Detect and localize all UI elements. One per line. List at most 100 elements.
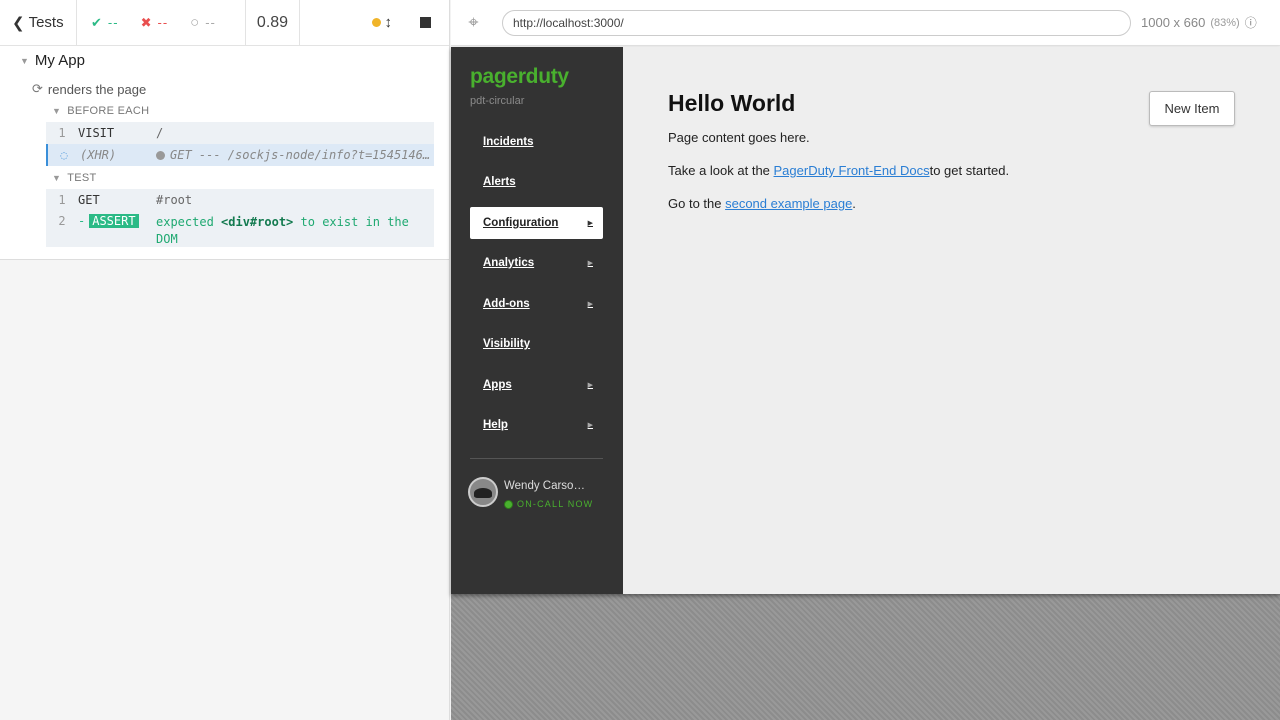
command-row-xhr[interactable]: ◌ (XHR) GET --- /sockjs-node/info?t=1545… (46, 144, 434, 166)
paragraph-text: . (852, 196, 856, 211)
caret-right-icon: ▶ (587, 422, 593, 429)
side-nav: pagerduty pdt-circular Incidents Alerts … (451, 47, 623, 594)
nav-item-alerts[interactable]: Alerts (470, 166, 603, 198)
brand-subtitle: pdt-circular (470, 95, 525, 107)
command-row[interactable]: 1 GET #root (46, 189, 434, 211)
command-number: 2 (58, 214, 66, 228)
test-title[interactable]: ⟳ renders the page (32, 81, 146, 97)
command-message: / (156, 126, 164, 140)
assert-text: DOM (156, 232, 178, 246)
nav-item-help[interactable]: Help ▶ (470, 409, 603, 441)
command-row-assert[interactable]: 2 - ASSERT expected <div#root> to exist i… (46, 211, 434, 247)
before-each-commands: 1 VISIT / ◌ (XHR) GET --- /sockjs-node/i… (46, 122, 434, 166)
command-number: 1 (58, 126, 66, 140)
paragraph-docs: Take a look at the PagerDuty Front-End D… (668, 163, 1009, 178)
stop-icon[interactable] (420, 17, 431, 28)
command-number: 1 (58, 193, 66, 207)
nav-item-label: Add-ons (483, 298, 530, 310)
refresh-icon: ⟳ (32, 81, 43, 96)
url-bar[interactable]: http://localhost:3000/ (502, 9, 1131, 36)
chevron-left-icon: ❮ (12, 14, 25, 32)
docs-link[interactable]: PagerDuty Front-End Docs (774, 163, 930, 178)
hook-before-each[interactable]: ▼ BEFORE EACH (52, 105, 149, 117)
hook-label: BEFORE EACH (67, 105, 150, 117)
failed-count: -- (157, 15, 169, 30)
caret-down-icon: ▼ (52, 106, 62, 116)
nav-item-configuration[interactable]: Configuration ▶ (470, 207, 603, 239)
tests-back-button[interactable]: ❮ Tests (0, 0, 77, 45)
nav-item-incidents[interactable]: Incidents (470, 126, 603, 158)
passed-stat[interactable]: ✔ -- (91, 15, 119, 31)
caret-right-icon: ▶ (587, 301, 593, 308)
user-name[interactable]: Wendy Carso… (504, 480, 585, 492)
status-dot-icon (504, 499, 513, 509)
viewport-size: 1000 x 660 (1141, 15, 1206, 30)
nav-item-label: Help (483, 419, 508, 431)
caret-down-icon: ▼ (20, 55, 29, 66)
spinner-icon: ◌ (60, 148, 68, 162)
nav-item-label: Incidents (483, 136, 534, 148)
test-stats: ✔ -- ✖ -- ○ -- (77, 0, 246, 45)
reporter-header: ❮ Tests ✔ -- ✖ -- ○ -- 0.89 ↕ (0, 0, 449, 46)
nav-item-label: Visibility (483, 338, 531, 350)
pending-dot-icon (156, 150, 165, 160)
circle-notch-icon: ○ (190, 14, 200, 31)
command-row[interactable]: 1 VISIT / (46, 122, 434, 144)
command-name: VISIT (78, 126, 115, 140)
viewport-info: 1000 x 660 (83%) ⓘ (1141, 14, 1257, 31)
suite-title[interactable]: ▼ My App (20, 52, 85, 69)
paragraph-text: to get started. (929, 163, 1010, 178)
command-message: GET --- /sockjs-node/info?t=1545146… (170, 148, 431, 162)
pending-stat[interactable]: ○ -- (190, 14, 216, 31)
check-icon: ✔ (91, 14, 102, 30)
nav-item-label: Apps (483, 379, 512, 391)
command-name: - ASSERT (78, 214, 156, 228)
assert-text: expected (156, 215, 214, 229)
assert-message: expected <div#root> to exist in the DOM (156, 214, 432, 248)
app-frame: pagerduty pdt-circular Incidents Alerts … (451, 47, 1280, 594)
auto-scroll-indicator-icon[interactable] (371, 18, 381, 27)
aut-header: ⌖ http://localhost:3000/ 1000 x 660 (83%… (451, 0, 1280, 46)
runnable-suite: ▼ My App ⟳ renders the page ▼ BEFORE EAC… (0, 46, 449, 260)
nav-item-analytics[interactable]: Analytics ▶ (470, 247, 603, 279)
paragraph-text: Take a look at the (668, 163, 774, 178)
assert-prefix: - (78, 214, 86, 228)
hook-test[interactable]: ▼ TEST (52, 172, 97, 184)
page-title: Hello World (668, 90, 796, 116)
reporter-panel: ❮ Tests ✔ -- ✖ -- ○ -- 0.89 ↕ ▼ My App ⟳… (0, 0, 450, 720)
crosshairs-icon[interactable]: ⌖ (451, 12, 496, 33)
x-icon: ✖ (140, 14, 152, 30)
nav-item-apps[interactable]: Apps ▶ (470, 369, 603, 401)
test-title-text: renders the page (47, 81, 147, 97)
paragraph-content: Page content goes here. (668, 130, 810, 145)
tests-label: Tests (28, 14, 64, 31)
nav-item-visibility[interactable]: Visibility (470, 328, 603, 360)
new-item-button[interactable]: New Item (1149, 91, 1235, 126)
second-page-link[interactable]: second example page (725, 196, 852, 211)
nav-item-label: Alerts (483, 176, 516, 188)
command-name: (XHR) (80, 148, 117, 162)
caret-down-icon: ▼ (52, 173, 62, 183)
on-call-status: ON-CALL NOW (504, 499, 593, 509)
command-name: GET (78, 193, 100, 207)
info-icon[interactable]: ⓘ (1245, 14, 1257, 31)
nav-divider (470, 458, 603, 459)
caret-right-icon: ▶ (587, 382, 593, 389)
avatar[interactable] (468, 477, 498, 507)
pending-count: -- (205, 15, 216, 30)
viewport-scale: (83%) (1210, 16, 1240, 29)
brand-logo[interactable]: pagerduty (470, 65, 569, 89)
duration: 0.89 (246, 0, 300, 45)
nav-item-add-ons[interactable]: Add-ons ▶ (470, 288, 603, 320)
failed-stat[interactable]: ✖ -- (141, 15, 169, 31)
paragraph-text: Go to the (668, 196, 726, 211)
on-call-label: ON-CALL NOW (517, 499, 594, 509)
paragraph-second-page: Go to the second example page. (668, 196, 856, 211)
assert-text: to exist in the (300, 215, 409, 229)
caret-right-icon: ▶ (587, 220, 593, 227)
nav-item-label: Configuration (483, 217, 559, 229)
aut-backdrop: pagerduty pdt-circular Incidents Alerts … (451, 47, 1280, 720)
hook-label: TEST (67, 172, 97, 184)
auto-scroll-arrows-icon[interactable]: ↕ (385, 14, 393, 31)
reporter-controls: ↕ (300, 0, 449, 45)
